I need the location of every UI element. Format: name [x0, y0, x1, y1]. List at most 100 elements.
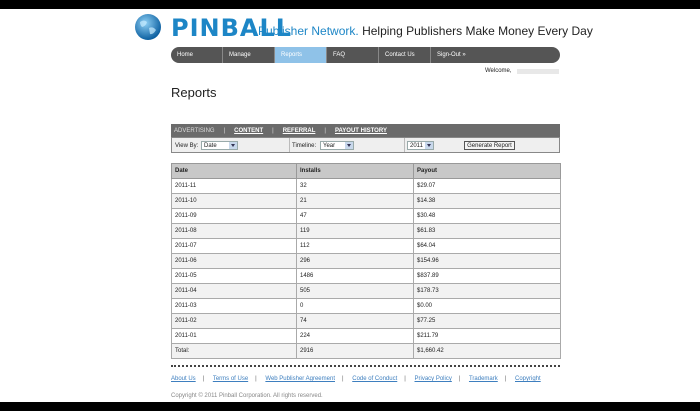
footer-link-web-publisher-agreement[interactable]: Web Publisher Agreement — [265, 376, 335, 382]
chevron-down-icon — [345, 142, 353, 149]
year-select[interactable]: 2011 — [407, 141, 434, 150]
footer-link-code-of-conduct[interactable]: Code of Conduct — [352, 376, 397, 382]
total-payout: $1,660.42 — [413, 343, 561, 359]
total-label: Total: — [171, 343, 297, 359]
table-row: 2011-07 112 $64.04 — [171, 238, 561, 254]
footer-link-copyright[interactable]: Copyright — [515, 376, 541, 382]
cell-payout: $61.83 — [413, 223, 561, 239]
generate-report-button[interactable]: Generate Report — [464, 141, 515, 150]
cell-payout: $29.07 — [413, 178, 561, 194]
cell-date: 2011-07 — [171, 238, 297, 254]
welcome-username-redacted — [517, 69, 559, 74]
table-row: 2011-09 47 $30.48 — [171, 208, 561, 224]
globe-logo-icon — [135, 14, 161, 40]
cell-date: 2011-08 — [171, 223, 297, 239]
cell-installs: 505 — [296, 283, 414, 299]
nav-manage[interactable]: Manage — [223, 47, 275, 63]
timeline-label: Timeline: — [292, 143, 317, 149]
table-total-row: Total: 2916 $1,660.42 — [171, 343, 561, 359]
cell-installs: 296 — [296, 253, 414, 269]
table-row: 2011-02 74 $77.25 — [171, 313, 561, 329]
footer-link-privacy-policy[interactable]: Privacy Policy — [415, 376, 452, 382]
tagline: Publisher Network. Helping Publishers Ma… — [258, 23, 593, 39]
timeline-select[interactable]: Year — [320, 141, 354, 150]
report-tabs: ADVERTISING | CONTENT | REFERRAL | PAYOU… — [171, 124, 560, 137]
tab-separator: | — [223, 127, 226, 134]
footer-separator: | — [255, 376, 257, 382]
cell-date: 2011-06 — [171, 253, 297, 269]
tab-separator: | — [324, 127, 326, 134]
tab-payout-history[interactable]: PAYOUT HISTORY — [335, 128, 387, 134]
header-date: Date — [171, 163, 297, 179]
table-row: 2011-01 224 $211.79 — [171, 328, 561, 344]
footer-link-terms-of-use[interactable]: Terms of Use — [213, 376, 248, 382]
tab-content[interactable]: CONTENT — [234, 128, 263, 134]
table-row: 2011-06 296 $154.96 — [171, 253, 561, 269]
divider — [404, 138, 405, 152]
cell-payout: $77.25 — [413, 313, 561, 329]
tab-separator: | — [272, 127, 274, 134]
report-table: Date Installs Payout 2011-11 32 $29.07 201… — [171, 163, 561, 359]
table-row: 2011-05 1486 $837.89 — [171, 268, 561, 284]
cell-date: 2011-04 — [171, 283, 297, 299]
divider — [289, 138, 290, 152]
footer-divider — [171, 365, 560, 367]
footer-separator: | — [458, 376, 461, 382]
cell-date: 2011-10 — [171, 193, 297, 209]
cell-date: 2011-02 — [171, 313, 297, 329]
cell-installs: 119 — [296, 223, 414, 239]
cell-payout: $30.48 — [413, 208, 561, 224]
page: PINBALL Publisher Network. Helping Publi… — [0, 9, 700, 402]
tagline-slogan: Helping Publishers Make Money Every Day — [362, 24, 593, 38]
chevron-down-icon — [425, 142, 433, 149]
chevron-down-icon — [229, 142, 237, 149]
footer-separator: | — [202, 376, 205, 382]
cell-date: 2011-09 — [171, 208, 297, 224]
tab-advertising[interactable]: ADVERTISING — [174, 128, 215, 134]
page-title: Reports — [171, 85, 217, 100]
footer-link-trademark[interactable]: Trademark — [469, 376, 498, 382]
table-row: 2011-08 119 $61.83 — [171, 223, 561, 239]
header-payout: Payout — [413, 163, 561, 179]
cell-payout: $837.89 — [413, 268, 561, 284]
cell-installs: 32 — [296, 178, 414, 194]
table-row: 2011-04 505 $178.73 — [171, 283, 561, 299]
cell-payout: $178.73 — [413, 283, 561, 299]
cell-date: 2011-03 — [171, 298, 297, 314]
footer-link-about-us[interactable]: About Us — [171, 376, 196, 382]
cell-installs: 112 — [296, 238, 414, 254]
view-by-select[interactable]: Date — [201, 141, 238, 150]
copyright-text: Copyright © 2011 Pinball Corporation. Al… — [171, 393, 323, 399]
table-row: 2011-03 0 $0.00 — [171, 298, 561, 314]
cell-payout: $0.00 — [413, 298, 561, 314]
nav-home[interactable]: Home — [171, 47, 223, 63]
cell-payout: $64.04 — [413, 238, 561, 254]
nav-contact-us[interactable]: Contact Us — [379, 47, 431, 63]
cell-installs: 21 — [296, 193, 414, 209]
cell-date: 2011-05 — [171, 268, 297, 284]
nav-sign-out[interactable]: Sign-Out » — [431, 47, 502, 63]
total-installs: 2916 — [296, 343, 414, 359]
cell-installs: 74 — [296, 313, 414, 329]
cell-installs: 47 — [296, 208, 414, 224]
report-filters: View By: Date Timeline: Year 2011 Genera… — [171, 137, 560, 153]
cell-installs: 1486 — [296, 268, 414, 284]
header-installs: Installs — [296, 163, 414, 179]
footer-links: About Us | Terms of Use | Web Publisher Ag… — [171, 376, 541, 382]
table-header-row: Date Installs Payout — [171, 163, 561, 179]
cell-payout: $14.38 — [413, 193, 561, 209]
tab-referral[interactable]: REFERRAL — [283, 128, 316, 134]
cell-installs: 0 — [296, 298, 414, 314]
cell-installs: 224 — [296, 328, 414, 344]
footer-separator: | — [404, 376, 406, 382]
cell-date: 2011-11 — [171, 178, 297, 194]
welcome-text: Welcome, — [485, 68, 512, 74]
cell-payout: $154.96 — [413, 253, 561, 269]
nav-faq[interactable]: FAQ — [327, 47, 379, 63]
cell-payout: $211.79 — [413, 328, 561, 344]
cell-date: 2011-01 — [171, 328, 297, 344]
footer-separator: | — [342, 376, 344, 382]
tagline-network: Publisher Network. — [258, 24, 359, 38]
footer-separator: | — [504, 376, 507, 382]
nav-reports[interactable]: Reports — [275, 47, 327, 63]
